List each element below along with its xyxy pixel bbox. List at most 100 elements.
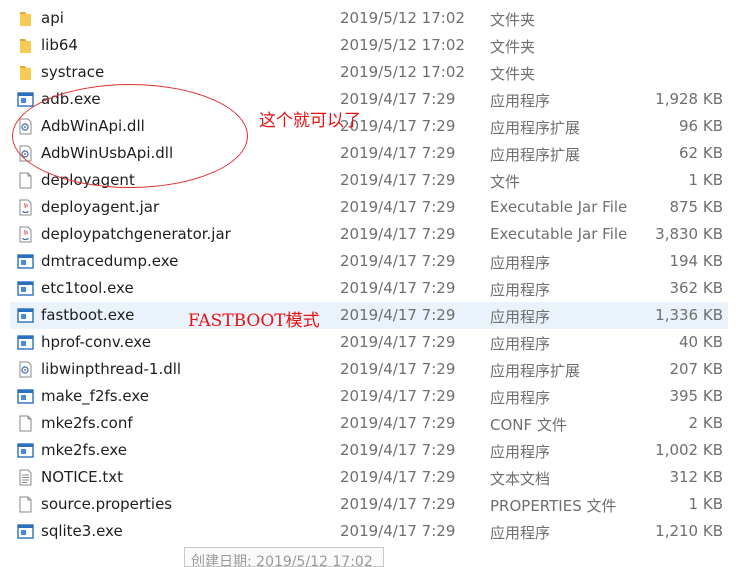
file-size: 2 KB xyxy=(688,414,723,432)
file-row[interactable]: deploypatchgenerator.jar 2019/4/17 7:29 Ex… xyxy=(10,221,728,248)
file-date: 2019/4/17 7:29 xyxy=(340,468,456,486)
file-date: 2019/4/17 7:29 xyxy=(340,225,456,243)
exe-icon xyxy=(17,280,34,297)
file-date: 2019/4/17 7:29 xyxy=(340,387,456,405)
file-row[interactable]: NOTICE.txt 2019/4/17 7:29 文本文档 312 KB xyxy=(10,464,728,491)
file-row[interactable]: systrace 2019/5/12 17:02 文件夹 xyxy=(10,59,728,86)
file-date: 2019/4/17 7:29 xyxy=(340,198,456,216)
file-type: 应用程序 xyxy=(490,92,551,110)
file-size: 40 KB xyxy=(679,333,723,351)
file-type: 文本文档 xyxy=(490,470,551,488)
file-type: 应用程序扩展 xyxy=(490,119,581,137)
file-row[interactable]: make_f2fs.exe 2019/4/17 7:29 应用程序 395 KB xyxy=(10,383,728,410)
file-size: 3,830 KB xyxy=(655,225,723,243)
file-icon xyxy=(17,172,34,189)
file-name: etc1tool.exe xyxy=(41,279,134,297)
file-type: PROPERTIES 文件 xyxy=(490,497,617,515)
file-row[interactable]: etc1tool.exe 2019/4/17 7:29 应用程序 362 KB xyxy=(10,275,728,302)
file-name: dmtracedump.exe xyxy=(41,252,179,270)
dll-icon xyxy=(17,361,34,378)
file-row[interactable]: api 2019/5/12 17:02 文件夹 xyxy=(10,5,728,32)
file-type: 应用程序 xyxy=(490,389,551,407)
file-row[interactable]: dmtracedump.exe 2019/4/17 7:29 应用程序 194 KB xyxy=(10,248,728,275)
folder-icon xyxy=(17,64,34,81)
file-type: 文件夹 xyxy=(490,38,536,56)
file-type: 应用程序 xyxy=(490,308,551,326)
file-date: 2019/4/17 7:29 xyxy=(340,171,456,189)
file-icon xyxy=(17,415,34,432)
file-type: 应用程序扩展 xyxy=(490,146,581,164)
exe-icon xyxy=(17,523,34,540)
file-row[interactable]: mke2fs.conf 2019/4/17 7:29 CONF 文件 2 KB xyxy=(10,410,728,437)
file-type: CONF 文件 xyxy=(490,416,567,434)
file-name: fastboot.exe xyxy=(41,306,135,324)
jar-icon xyxy=(17,226,34,243)
file-size: 207 KB xyxy=(669,360,723,378)
file-type: 应用程序 xyxy=(490,443,551,461)
exe-icon xyxy=(17,442,34,459)
annotation-ellipse xyxy=(12,84,248,188)
exe-icon xyxy=(17,388,34,405)
folder-icon xyxy=(17,37,34,54)
file-date: 2019/4/17 7:29 xyxy=(340,333,456,351)
file-type: 应用程序 xyxy=(490,524,551,542)
file-date: 2019/4/17 7:29 xyxy=(340,414,456,432)
file-size: 1,210 KB xyxy=(655,522,723,540)
file-type: 文件夹 xyxy=(490,11,536,29)
file-type: Executable Jar File xyxy=(490,198,628,216)
file-size: 194 KB xyxy=(669,252,723,270)
file-row[interactable]: deployagent.jar 2019/4/17 7:29 Executable … xyxy=(10,194,728,221)
file-type: Executable Jar File xyxy=(490,225,628,243)
file-name: make_f2fs.exe xyxy=(41,387,149,405)
file-row[interactable]: lib64 2019/5/12 17:02 文件夹 xyxy=(10,32,728,59)
file-size: 1,928 KB xyxy=(655,90,723,108)
file-date: 2019/5/12 17:02 xyxy=(340,63,465,81)
file-row[interactable]: hprof-conv.exe 2019/4/17 7:29 应用程序 40 KB xyxy=(10,329,728,356)
file-type: 应用程序 xyxy=(490,335,551,353)
annotation-note-dll: 这个就可以了 xyxy=(259,111,361,131)
file-name: mke2fs.conf xyxy=(41,414,133,432)
file-type: 应用程序扩展 xyxy=(490,362,581,380)
file-name: deployagent.jar xyxy=(41,198,160,216)
file-name: deploypatchgenerator.jar xyxy=(41,225,231,243)
file-date: 2019/4/17 7:29 xyxy=(340,441,456,459)
file-row[interactable]: source.properties 2019/4/17 7:29 PROPERTIE… xyxy=(10,491,728,518)
file-size: 362 KB xyxy=(669,279,723,297)
file-name: libwinpthread-1.dll xyxy=(41,360,182,378)
file-date: 2019/4/17 7:29 xyxy=(340,306,456,324)
file-size: 1 KB xyxy=(688,171,723,189)
file-date: 2019/4/17 7:29 xyxy=(340,144,456,162)
jar-icon xyxy=(17,199,34,216)
file-size: 62 KB xyxy=(679,144,723,162)
file-name: api xyxy=(41,9,64,27)
file-row[interactable]: sqlite3.exe 2019/4/17 7:29 应用程序 1,210 KB xyxy=(10,518,728,545)
exe-icon xyxy=(17,307,34,324)
file-size: 312 KB xyxy=(669,468,723,486)
file-type: 文件 xyxy=(490,173,521,191)
file-size: 395 KB xyxy=(669,387,723,405)
file-date: 2019/5/12 17:02 xyxy=(340,9,465,27)
exe-icon xyxy=(17,253,34,270)
file-name: sqlite3.exe xyxy=(41,522,123,540)
file-row[interactable]: mke2fs.exe 2019/4/17 7:29 应用程序 1,002 KB xyxy=(10,437,728,464)
file-size: 875 KB xyxy=(669,198,723,216)
file-type: 应用程序 xyxy=(490,254,551,272)
file-name: source.properties xyxy=(41,495,173,513)
file-name: systrace xyxy=(41,63,105,81)
file-icon xyxy=(17,496,34,513)
file-name: NOTICE.txt xyxy=(41,468,123,486)
tooltip: 创建日期: 2019/5/12 17:02 xyxy=(184,547,384,567)
file-row[interactable]: libwinpthread-1.dll 2019/4/17 7:29 应用程序扩展 2… xyxy=(10,356,728,383)
exe-icon xyxy=(17,334,34,351)
file-date: 2019/4/17 7:29 xyxy=(340,279,456,297)
file-size: 1 KB xyxy=(688,495,723,513)
file-date: 2019/4/17 7:29 xyxy=(340,522,456,540)
file-row[interactable]: fastboot.exe 2019/4/17 7:29 应用程序 1,336 KB xyxy=(10,302,728,329)
file-size: 1,336 KB xyxy=(655,306,723,324)
file-date: 2019/4/17 7:29 xyxy=(340,360,456,378)
folder-icon xyxy=(17,10,34,27)
annotation-note-fastboot: FASTBOOT模式 xyxy=(188,311,320,331)
file-date: 2019/4/17 7:29 xyxy=(340,495,456,513)
file-name: hprof-conv.exe xyxy=(41,333,151,351)
file-name: lib64 xyxy=(41,36,78,54)
